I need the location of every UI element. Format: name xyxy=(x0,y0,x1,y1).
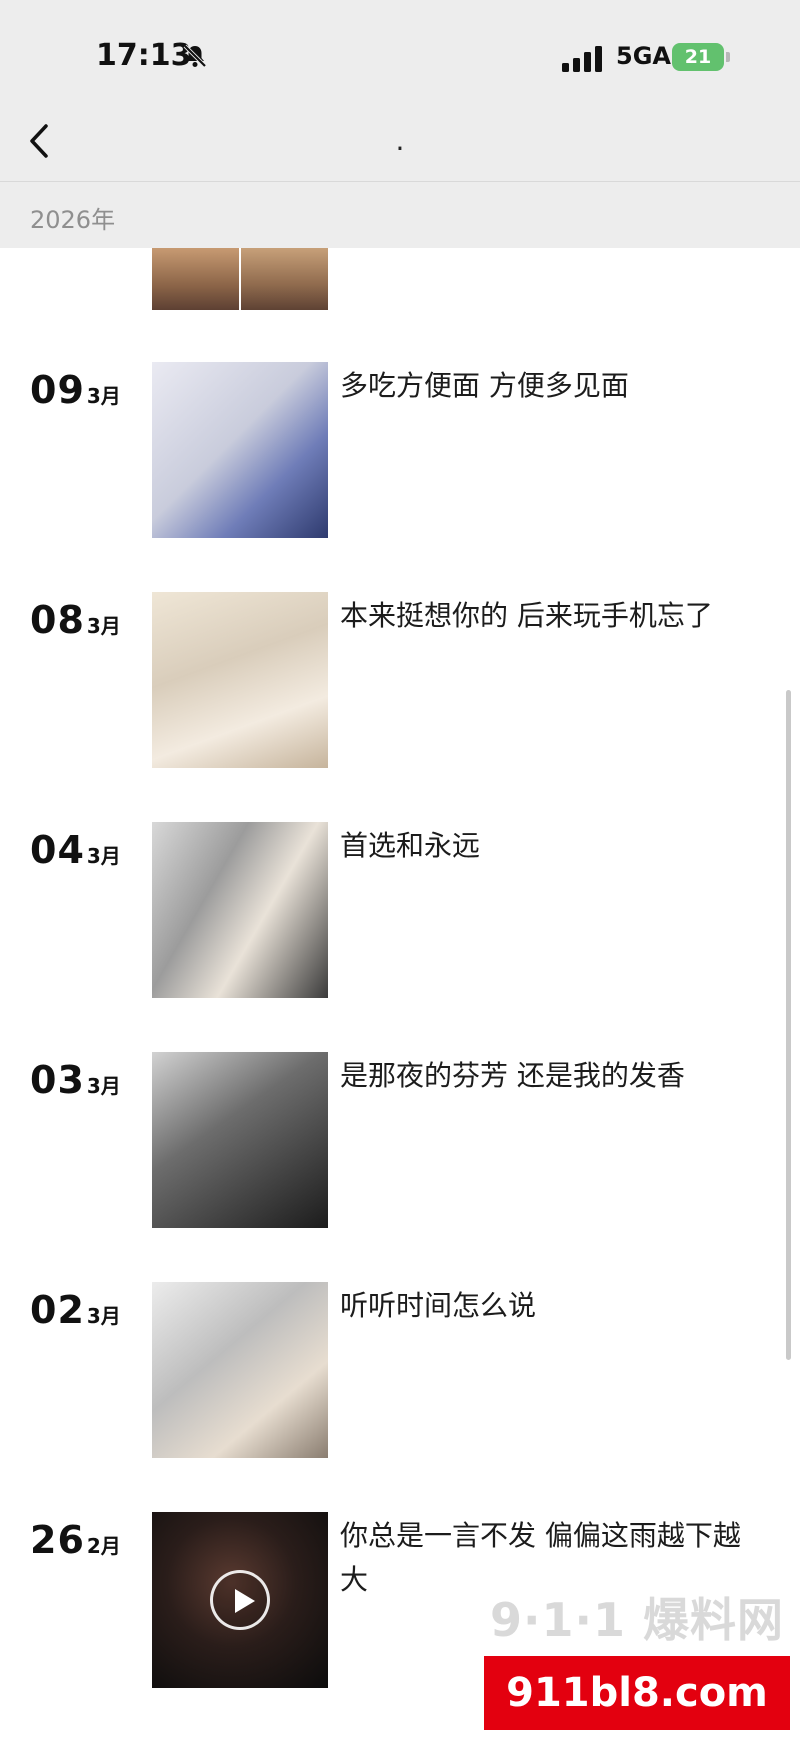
watermark-logo-text: 9·1·1 爆料网 xyxy=(484,1580,790,1654)
post-day: 02 xyxy=(30,1288,85,1332)
post-day: 09 xyxy=(30,368,85,412)
post-month: 3月 xyxy=(86,614,121,638)
post-caption: 本来挺想你的 后来玩手机忘了 xyxy=(340,599,713,632)
moment-post[interactable]: 04 3月 首选和永远 xyxy=(0,822,800,1002)
chevron-left-icon[interactable] xyxy=(20,116,60,166)
post-day: 04 xyxy=(30,828,85,872)
post-month: 2月 xyxy=(86,1534,121,1558)
play-icon[interactable] xyxy=(210,1570,270,1630)
post-day: 08 xyxy=(30,598,85,642)
photo-thumbnail[interactable] xyxy=(152,1052,328,1228)
post-caption: 是那夜的芬芳 还是我的发香 xyxy=(340,1059,685,1092)
post-month: 3月 xyxy=(86,844,121,868)
post-date: 02 3月 xyxy=(30,1288,121,1332)
photo-thumbnail[interactable] xyxy=(152,822,328,998)
year-header: 2026年 xyxy=(0,182,800,248)
post-caption: 听听时间怎么说 xyxy=(340,1289,537,1322)
photo-thumbnail[interactable] xyxy=(152,1282,328,1458)
network-type: 5GA xyxy=(616,42,671,70)
partial-post-thumbnails[interactable] xyxy=(152,248,328,310)
bell-slash-icon xyxy=(183,44,207,68)
post-month: 3月 xyxy=(86,1304,121,1328)
photo-thumbnail[interactable] xyxy=(241,248,328,310)
post-caption: 首选和永远 xyxy=(340,829,481,862)
battery-tip xyxy=(726,52,730,62)
post-day: 26 xyxy=(30,1518,85,1562)
battery-icon: 21 xyxy=(672,43,724,71)
moment-post[interactable]: 08 3月 本来挺想你的 后来玩手机忘了 xyxy=(0,592,800,772)
moment-post[interactable]: 02 3月 听听时间怎么说 xyxy=(0,1282,800,1462)
photo-thumbnail[interactable] xyxy=(152,362,328,538)
signal-bars-icon xyxy=(562,46,602,72)
video-thumbnail[interactable] xyxy=(152,1512,328,1688)
post-date: 04 3月 xyxy=(30,828,121,872)
scrollbar[interactable] xyxy=(786,690,791,1360)
status-time: 17:13 xyxy=(96,38,192,73)
photo-thumbnail[interactable] xyxy=(152,592,328,768)
post-date: 09 3月 xyxy=(30,368,121,412)
post-month: 3月 xyxy=(86,384,121,408)
photo-thumbnail[interactable] xyxy=(152,248,239,310)
watermark-url: 911bl8.com xyxy=(484,1656,790,1730)
post-caption: 多吃方便面 方便多见面 xyxy=(340,369,629,402)
post-date: 03 3月 xyxy=(30,1058,121,1102)
year-label: 2026年 xyxy=(30,206,116,234)
post-date: 26 2月 xyxy=(30,1518,121,1562)
post-date: 08 3月 xyxy=(30,598,121,642)
battery-level: 21 xyxy=(684,46,712,68)
watermark: 9·1·1 爆料网 911bl8.com xyxy=(484,1580,790,1730)
moment-post[interactable]: 03 3月 是那夜的芬芳 还是我的发香 xyxy=(0,1052,800,1232)
header: 17:13 5GA 21 . xyxy=(0,0,800,182)
page-title: . xyxy=(395,124,405,157)
post-day: 03 xyxy=(30,1058,85,1102)
post-month: 3月 xyxy=(86,1074,121,1098)
moment-post[interactable]: 09 3月 多吃方便面 方便多见面 xyxy=(0,362,800,542)
